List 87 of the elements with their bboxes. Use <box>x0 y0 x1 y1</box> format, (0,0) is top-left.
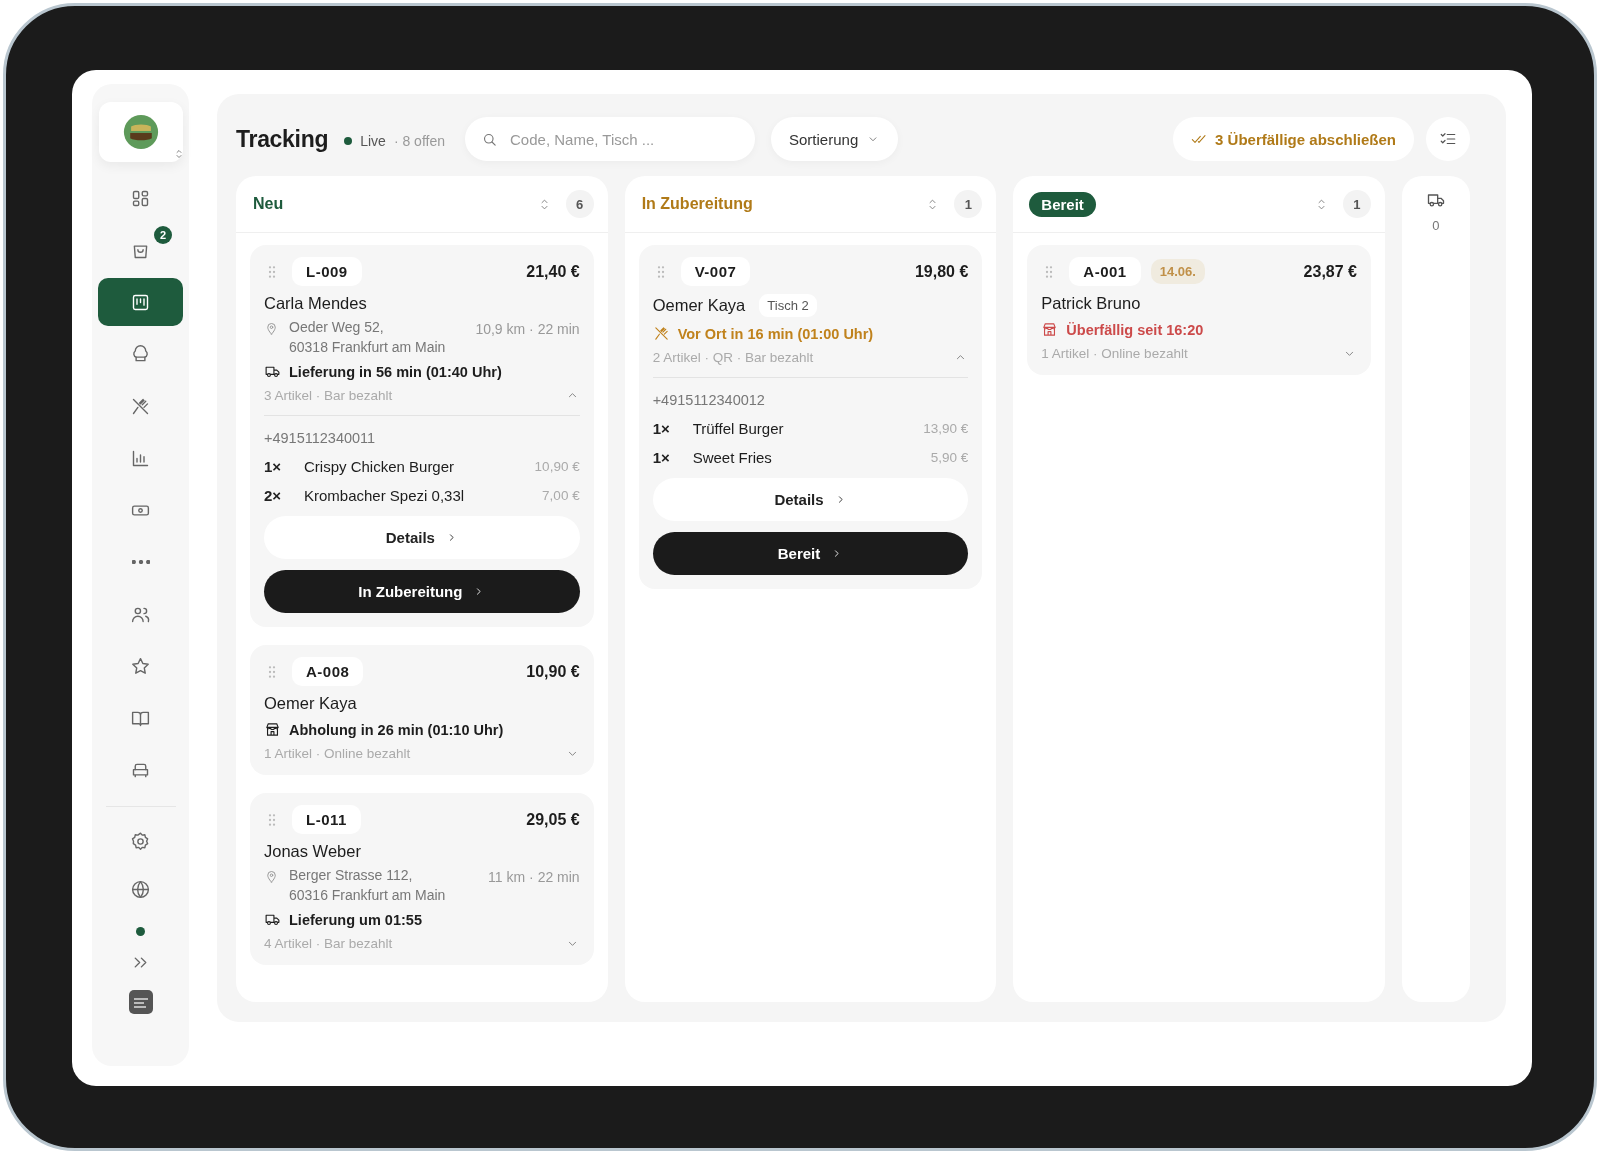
column-title: Neu <box>253 195 284 213</box>
order-code: A-008 <box>292 657 364 686</box>
customer-name: Jonas Weber <box>264 842 361 861</box>
location-pin-icon <box>264 869 279 884</box>
column-count: 1 <box>1343 190 1371 218</box>
phone-number: +4915112340011 <box>264 430 377 446</box>
column-count: 6 <box>565 190 594 218</box>
order-card[interactable]: V-007 19,80 € Oemer Kaya Tisch 2 Vor Ort in 16 min (01:00 Uhr) 2 Artikel · QR · Bar bezahlt +4915112340012 1× Trüffel Burger 13,90 € 1× Sweet Fries 5,90 € Details Bereit <box>638 245 983 589</box>
search-field[interactable]: Code, Name, Tisch ... <box>465 117 755 161</box>
order-card[interactable] <box>250 245 594 627</box>
item-quantity: 1× <box>264 458 283 475</box>
more-icon <box>131 560 150 564</box>
order-total: 23,87 € <box>1303 262 1357 281</box>
search-input[interactable]: Code, Name, Tisch ... <box>508 129 739 149</box>
order-summary: 1 Artikel · Online bezahlt <box>1041 346 1188 361</box>
globe-icon <box>130 878 151 900</box>
column-count: 0 <box>1432 218 1440 233</box>
store-icon <box>264 721 281 738</box>
nav-item[interactable] <box>98 278 183 326</box>
advance-status-button[interactable]: In Zubereitung <box>264 570 580 613</box>
address-line: Oeder Weg 52, <box>289 319 385 335</box>
order-timing: Lieferung um 01:55 <box>289 911 422 928</box>
order-summary: 1 Artikel · Online bezahlt <box>264 746 411 761</box>
nav-item[interactable]: 2 <box>98 226 183 274</box>
column-title: In Zubereitung <box>641 195 753 213</box>
details-button[interactable]: Details <box>264 516 580 559</box>
order-total: 29,05 € <box>526 810 580 829</box>
order-timing: Überfällig seit 16:20 <box>1066 321 1204 338</box>
order-summary: 4 Artikel · Bar bezahlt <box>264 936 393 951</box>
order-total: 10,90 € <box>526 662 580 681</box>
order-code: V-007 <box>680 257 751 286</box>
item-price: 7,00 € <box>542 488 580 503</box>
order-code: L-009 <box>292 257 362 286</box>
item-name: Sweet Fries <box>692 449 772 466</box>
page-title: Tracking <box>236 125 329 153</box>
column-count: 1 <box>954 190 983 218</box>
column-title: Bereit <box>1029 191 1096 217</box>
order-card[interactable]: L-011 29,05 € Jonas Weber Berger Strasse 112, 60316 Frankfurt am Main 11 km · 22 min Lieferung um 01:55 4 Artikel · Bar bezahlt <box>250 793 594 965</box>
address-line: Berger Strasse 112, <box>289 867 414 883</box>
item-price: 13,90 € <box>923 421 969 436</box>
location-pin-icon <box>264 321 279 336</box>
star-icon <box>130 655 151 677</box>
distance: 11 km · 22 min <box>488 869 580 885</box>
item-price: 5,90 € <box>930 450 969 465</box>
order-timing: Abholung in 26 min (01:10 Uhr) <box>289 721 504 738</box>
app-logo-icon <box>128 990 153 1014</box>
order-timing: Vor Ort in 16 min (01:00 Uhr) <box>677 325 874 342</box>
date-tag: 14.06. <box>1150 259 1205 284</box>
checklist-button[interactable] <box>1426 117 1470 161</box>
item-quantity: 1× <box>652 449 671 466</box>
address-line: 60316 Frankfurt am Main <box>289 887 446 903</box>
customer-name: Oemer Kaya <box>652 296 746 315</box>
order-code: A-001 <box>1069 257 1141 286</box>
item-price: 10,90 € <box>534 459 580 474</box>
item-quantity: 2× <box>264 487 283 504</box>
delivery-column[interactable]: 0 <box>1402 176 1470 1002</box>
item-quantity: 1× <box>652 420 671 437</box>
order-total: 21,40 € <box>526 262 580 281</box>
customer-name: Carla Mendes <box>264 294 367 313</box>
notification-badge: 2 <box>154 226 172 244</box>
item-name: Crispy Chicken Burger <box>304 458 455 475</box>
details-button[interactable]: Details <box>652 478 969 521</box>
table-tag: Tisch 2 <box>759 294 817 317</box>
order-summary: 2 Artikel · QR · Bar bezahlt <box>652 350 814 365</box>
complete-overdue-button[interactable]: 3 Überfällige abschließen <box>1173 117 1414 161</box>
distance: 10,9 km · 22 min <box>475 321 580 337</box>
store-icon <box>1041 321 1059 338</box>
open-count: · 8 offen <box>393 133 445 149</box>
address-line: 60318 Frankfurt am Main <box>289 339 446 355</box>
logo-icon <box>122 114 159 150</box>
customer-name: Oemer Kaya <box>264 694 357 713</box>
order-card[interactable]: A-008 10,90 € Oemer Kaya Abholung in 26 min (01:10 Uhr) 1 Artikel · Online bezahlt <box>250 645 594 775</box>
item-name: Krombacher Spezi 0,33l <box>304 487 465 504</box>
restaurant-switcher[interactable] <box>98 102 183 162</box>
order-total: 19,80 € <box>914 262 969 281</box>
phone-number: +4915112340012 <box>652 392 766 408</box>
advance-status-button[interactable]: Bereit <box>652 532 969 575</box>
gear-icon <box>130 830 151 852</box>
order-code: L-011 <box>292 805 361 834</box>
order-summary: 3 Artikel · Bar bezahlt <box>264 388 393 403</box>
sort-button[interactable]: Sortierung <box>771 117 899 161</box>
order-card[interactable]: A-001 14.06. 23,87 € Patrick Bruno Überfällig seit 16:20 1 Artikel · Online bezahlt <box>1027 245 1371 375</box>
item-name: Trüffel Burger <box>692 420 784 437</box>
customer-name: Patrick Bruno <box>1041 294 1141 313</box>
cutlery-icon <box>652 325 670 342</box>
live-label: Live <box>360 133 386 149</box>
order-timing: Lieferung in 56 min (01:40 Uhr) <box>289 363 502 380</box>
